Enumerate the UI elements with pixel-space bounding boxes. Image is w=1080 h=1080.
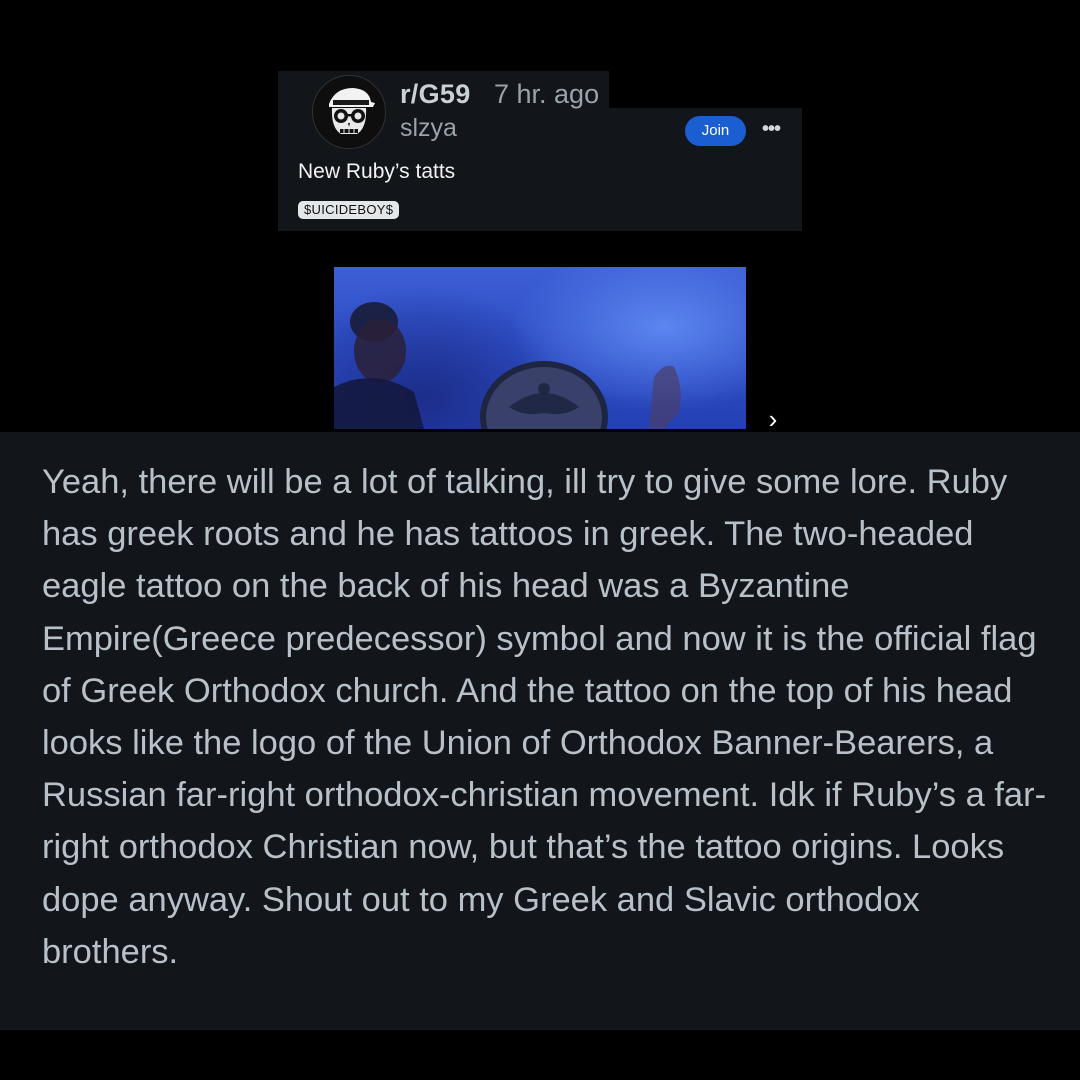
post-media-preview[interactable] <box>334 267 746 429</box>
post-author[interactable]: slzya <box>400 114 457 143</box>
more-options-icon[interactable]: ••• <box>756 118 786 144</box>
comment-body: Yeah, there will be a lot of talking, il… <box>42 463 1047 971</box>
post-timestamp: 7 hr. ago <box>494 79 600 109</box>
post-flair[interactable]: $UICIDEBOY$ <box>298 201 400 219</box>
subreddit-name[interactable]: r/G59 <box>400 79 471 110</box>
join-button[interactable]: Join <box>685 116 746 146</box>
post-title[interactable]: New Ruby’s tatts <box>298 160 455 184</box>
comment-block: Yeah, there will be a lot of talking, il… <box>0 432 1080 1030</box>
chevron-right-icon[interactable]: › <box>762 406 784 432</box>
skull-avatar-icon <box>313 76 385 148</box>
subreddit-avatar[interactable] <box>312 75 386 149</box>
media-image <box>334 302 681 429</box>
